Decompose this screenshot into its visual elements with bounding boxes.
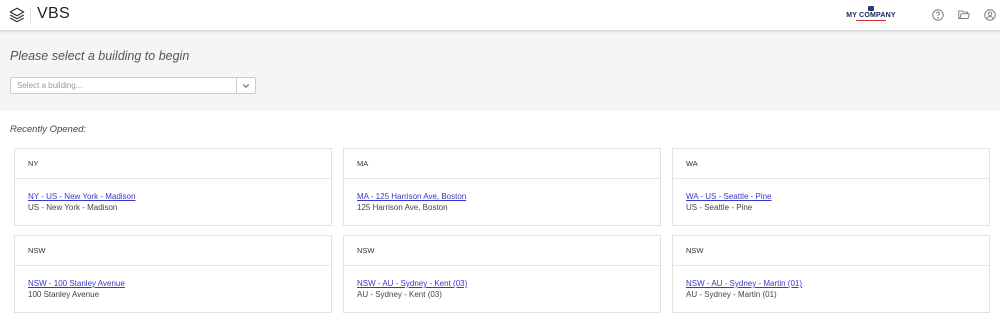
region-code: NSW bbox=[357, 246, 375, 255]
chevron-down-icon[interactable] bbox=[241, 81, 251, 91]
region-code: WA bbox=[686, 159, 698, 168]
region-code: NSW bbox=[686, 246, 704, 255]
card-divider bbox=[344, 178, 660, 179]
folder-icon[interactable] bbox=[957, 8, 971, 22]
user-icon[interactable] bbox=[983, 8, 997, 22]
building-link[interactable]: NSW - 100 Stanley Avenue bbox=[28, 279, 125, 288]
building-link[interactable]: WA - US - Seattle - Pine bbox=[686, 192, 772, 201]
recent-building-card: MA MA - 125 Harrison Ave, Boston 125 Har… bbox=[343, 148, 661, 226]
company-tagline-mark bbox=[856, 20, 886, 21]
card-divider bbox=[673, 178, 989, 179]
card-divider bbox=[15, 178, 331, 179]
region-code: NSW bbox=[28, 246, 46, 255]
building-subtitle: US - New York - Madison bbox=[28, 203, 118, 212]
building-subtitle: AU - Sydney - Kent (03) bbox=[357, 290, 442, 299]
building-subtitle: 100 Stanley Avenue bbox=[28, 290, 100, 299]
building-link[interactable]: NSW - AU - Sydney - Kent (03) bbox=[357, 279, 467, 288]
card-divider bbox=[344, 265, 660, 266]
company-name: MY COMPANY bbox=[846, 12, 896, 19]
region-code: NY bbox=[28, 159, 39, 168]
recent-building-card: WA WA - US - Seattle - Pine US - Seattle… bbox=[672, 148, 990, 226]
company-logo: MY COMPANY bbox=[843, 6, 899, 24]
building-link[interactable]: NY - US - New York - Madison bbox=[28, 192, 135, 201]
building-subtitle: US - Seattle - Pine bbox=[686, 203, 753, 212]
region-code: MA bbox=[357, 159, 369, 168]
company-crest-icon bbox=[868, 6, 874, 11]
building-select-panel: Please select a building to begin Select… bbox=[0, 30, 1000, 111]
building-select[interactable]: Select a building... bbox=[10, 77, 256, 94]
top-bar: VBS MY COMPANY bbox=[0, 0, 1000, 30]
header-separator bbox=[30, 7, 31, 23]
card-divider bbox=[15, 265, 331, 266]
recent-building-card: NSW NSW - AU - Sydney - Kent (03) AU - S… bbox=[343, 235, 661, 313]
recent-building-card: NSW NSW - AU - Sydney - Martin (01) AU -… bbox=[672, 235, 990, 313]
app-title: VBS bbox=[37, 5, 70, 22]
help-icon[interactable] bbox=[931, 8, 945, 22]
layers-icon[interactable] bbox=[8, 6, 26, 24]
select-prompt: Please select a building to begin bbox=[10, 49, 190, 63]
building-link[interactable]: NSW - AU - Sydney - Martin (01) bbox=[686, 279, 802, 288]
recent-building-card: NSW NSW - 100 Stanley Avenue 100 Stanley… bbox=[14, 235, 332, 313]
recent-building-card: NY NY - US - New York - Madison US - New… bbox=[14, 148, 332, 226]
building-link[interactable]: MA - 125 Harrison Ave, Boston bbox=[357, 192, 466, 201]
building-subtitle: AU - Sydney - Martin (01) bbox=[686, 290, 777, 299]
recently-opened-heading: Recently Opened: bbox=[10, 124, 87, 135]
select-divider bbox=[236, 78, 237, 93]
building-select-placeholder: Select a building... bbox=[17, 81, 83, 90]
building-subtitle: 125 Harrison Ave, Boston bbox=[357, 203, 448, 212]
card-divider bbox=[673, 265, 989, 266]
